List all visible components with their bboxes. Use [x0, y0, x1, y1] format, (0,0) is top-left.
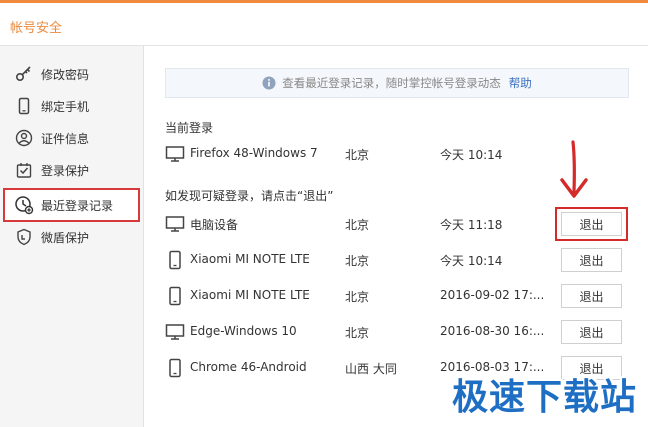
logout-button[interactable]: 退出	[561, 284, 622, 308]
login-location: 北京	[345, 148, 370, 162]
sidebar-item-label: 绑定手机	[41, 99, 90, 114]
shield-icon	[14, 227, 34, 247]
mobile-icon	[165, 358, 185, 378]
login-time: 2016-09-02 17:...	[440, 288, 545, 302]
recent-login-icon	[14, 195, 34, 215]
suspicious-login-title: 如发现可疑登录，请点击“退出”	[165, 189, 334, 203]
login-time: 今天 10:14	[440, 148, 503, 162]
sidebar-item-label: 最近登录记录	[41, 198, 114, 213]
table-row: Xiaomi MI NOTE LTE 北京 今天 10:14 退出	[165, 246, 635, 274]
device-name: Xiaomi MI NOTE LTE	[190, 288, 310, 302]
key-icon	[14, 64, 34, 84]
sidebar-item-change-password[interactable]: 修改密码	[0, 58, 144, 90]
device-name: Firefox 48-Windows 7	[190, 146, 318, 160]
sidebar-item-id-info[interactable]: 证件信息	[0, 122, 144, 154]
sidebar-item-login-protection[interactable]: 登录保护	[0, 154, 144, 186]
id-card-icon	[14, 128, 34, 148]
login-protect-icon	[14, 160, 34, 180]
table-row: Edge-Windows 10 北京 2016-08-30 16:... 退出	[165, 318, 635, 346]
sidebar-item-label: 登录保护	[41, 163, 90, 178]
sidebar-item-shield-protection[interactable]: 微盾保护	[0, 221, 144, 253]
device-name: Chrome 46-Android	[190, 360, 307, 374]
logout-button[interactable]: 退出	[561, 320, 622, 344]
login-location: 北京	[345, 254, 370, 268]
sidebar-item-recent-login[interactable]: 最近登录记录	[3, 188, 140, 222]
device-name: Edge-Windows 10	[190, 324, 297, 338]
sidebar: 修改密码 绑定手机 证件信息 登录保护 最近登录记录 微盾保护	[0, 46, 144, 427]
sidebar-item-bind-phone[interactable]: 绑定手机	[0, 90, 144, 122]
table-row: 电脑设备 北京 今天 11:18 退出	[165, 207, 635, 241]
login-location: 山西 大同	[345, 362, 397, 376]
notice-text: 查看最近登录记录，随时掌控帐号登录动态	[282, 76, 501, 90]
current-login-title: 当前登录	[165, 121, 214, 135]
mobile-icon	[165, 250, 185, 270]
sidebar-item-label: 微盾保护	[41, 230, 90, 245]
page-title: 帐号安全	[10, 21, 63, 36]
logout-button-highlight: 退出	[555, 207, 628, 241]
info-icon	[262, 76, 276, 90]
login-location: 北京	[345, 290, 370, 304]
login-time: 今天 10:14	[440, 254, 503, 268]
desktop-icon	[165, 214, 185, 234]
desktop-icon	[165, 322, 185, 342]
login-location: 北京	[345, 218, 370, 232]
help-link[interactable]: 帮助	[509, 75, 532, 91]
logout-button[interactable]: 退出	[561, 248, 622, 272]
logout-button[interactable]: 退出	[561, 212, 622, 236]
annotation-arrow-icon	[560, 140, 588, 198]
sidebar-item-label: 修改密码	[41, 67, 90, 82]
login-location: 北京	[345, 326, 370, 340]
desktop-icon	[165, 144, 185, 164]
login-time: 今天 11:18	[440, 218, 503, 232]
table-row: Xiaomi MI NOTE LTE 北京 2016-09-02 17:... …	[165, 282, 635, 310]
top-bar: 帐号安全	[0, 0, 648, 46]
watermark-logo: 极速下载站	[452, 377, 638, 418]
info-notice: 查看最近登录记录，随时掌控帐号登录动态 帮助	[165, 68, 629, 98]
phone-icon	[14, 96, 34, 116]
sidebar-item-label: 证件信息	[41, 131, 90, 146]
device-name: 电脑设备	[190, 218, 239, 232]
device-name: Xiaomi MI NOTE LTE	[190, 252, 310, 266]
mobile-icon	[165, 286, 185, 306]
login-time: 2016-08-30 16:...	[440, 324, 545, 338]
